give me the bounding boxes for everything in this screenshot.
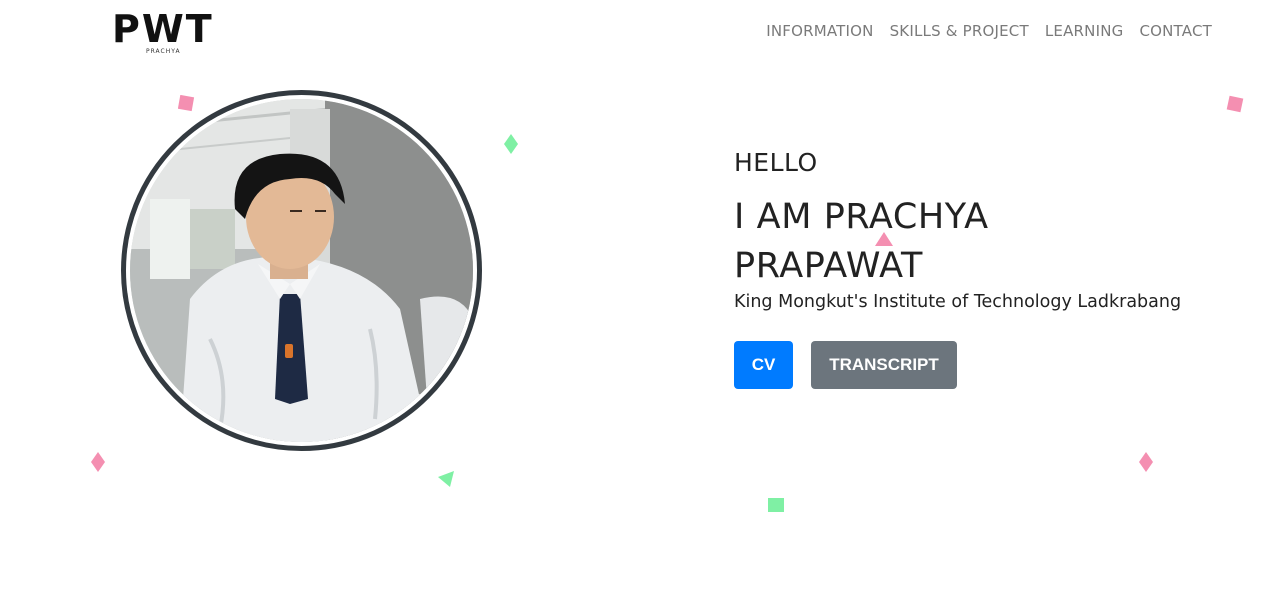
confetti-diamond-icon — [504, 134, 518, 154]
confetti-triangle-icon — [438, 471, 454, 487]
greeting-heading: HELLO — [734, 148, 818, 177]
nav-learning[interactable]: LEARNING — [1045, 20, 1124, 42]
main-nav: INFORMATION SKILLS & PROJECT LEARNING CO… — [766, 20, 1212, 42]
name-heading: I AM PRACHYA PRAPAWAT — [734, 197, 989, 286]
nav-information[interactable]: INFORMATION — [766, 20, 873, 42]
nav-contact[interactable]: CONTACT — [1139, 20, 1212, 42]
logo-subtext: PRACHYA — [146, 48, 181, 55]
nav-skills-project[interactable]: SKILLS & PROJECT — [890, 20, 1029, 42]
profile-avatar-frame — [121, 90, 482, 451]
school-text: King Mongkut's Institute of Technology L… — [734, 292, 1182, 312]
confetti-diamond-icon — [1139, 452, 1153, 472]
confetti-square-icon — [768, 498, 784, 512]
profile-photo — [130, 99, 473, 442]
cv-button[interactable]: CV — [734, 341, 793, 389]
confetti-square-icon — [178, 95, 195, 112]
confetti-diamond-icon — [91, 452, 105, 472]
logo-text: PWT — [112, 7, 214, 51]
transcript-button[interactable]: TRANSCRIPT — [811, 341, 957, 389]
confetti-square-icon — [1226, 95, 1244, 113]
site-logo[interactable]: PWT PRACHYA — [112, 10, 216, 56]
confetti-triangle-icon — [875, 232, 893, 246]
